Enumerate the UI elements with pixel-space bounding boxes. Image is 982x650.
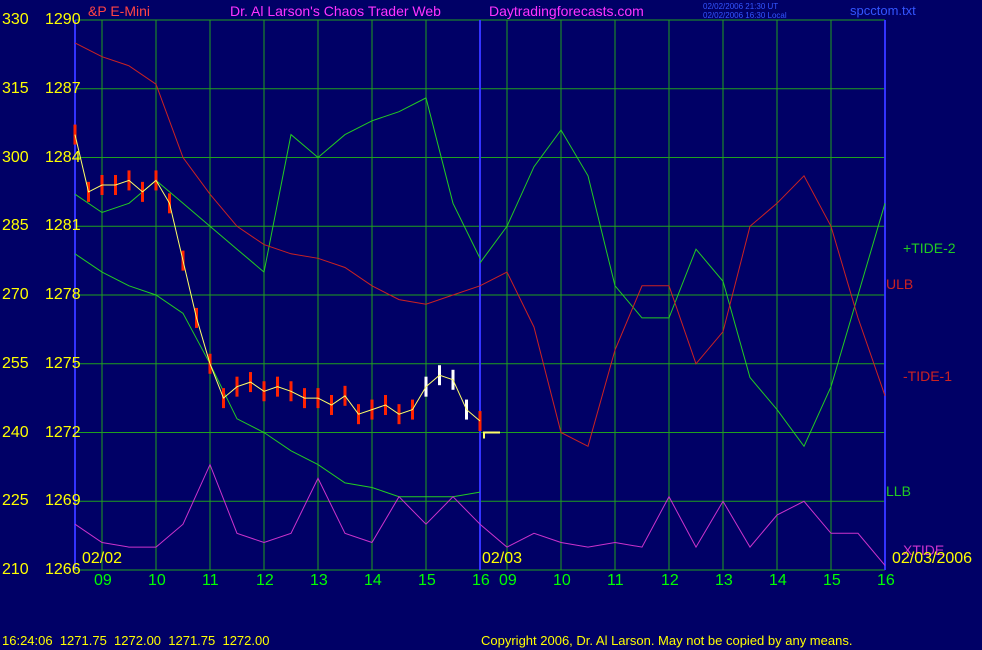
series--tide-1 xyxy=(479,174,886,448)
y-tick-left: 300 xyxy=(2,148,29,166)
y-tick-left: 270 xyxy=(2,286,29,303)
x-tick-hour: 15 xyxy=(823,572,841,589)
series--tide-2 xyxy=(479,129,886,448)
x-tick-hour: 09 xyxy=(499,572,517,589)
x-tick-hour: 13 xyxy=(715,572,733,589)
y-tick-price: 1278 xyxy=(45,286,81,303)
x-tick-hour: 16 xyxy=(877,572,895,589)
series-llb xyxy=(74,253,481,498)
label-ulb: ULB xyxy=(886,276,914,292)
time-ut: 02/02/2006 21:30 UT xyxy=(703,2,779,11)
filename-label: spcctom.txt xyxy=(850,3,916,18)
price-overlay xyxy=(74,134,500,439)
label-llb: LLB xyxy=(886,483,911,499)
y-tick-price: 1284 xyxy=(45,148,81,166)
x-tick-hour: 12 xyxy=(256,572,274,589)
chart-title: Dr. Al Larson's Chaos Trader Web xyxy=(230,3,441,19)
y-tick-left: 285 xyxy=(2,217,29,235)
series--tide-2 xyxy=(74,97,481,274)
price-bars xyxy=(73,124,482,432)
x-tick-hour: 16 xyxy=(472,572,490,589)
y-tick-price: 1287 xyxy=(45,79,81,97)
y-tick-price: 1269 xyxy=(45,492,81,510)
y-tick-price: 1281 xyxy=(45,217,81,235)
symbol-label: &P E-Mini xyxy=(88,3,150,19)
series-xtide xyxy=(479,495,886,566)
label-tide-plus: +TIDE-2 xyxy=(903,240,956,256)
x-tick-hour: 11 xyxy=(607,572,624,589)
label-tide-minus: -TIDE-1 xyxy=(903,368,952,384)
x-tick-hour: 13 xyxy=(310,572,328,589)
y-tick-price: 1275 xyxy=(45,354,81,372)
y-tick-left: 255 xyxy=(2,354,29,372)
y-tick-price: 1290 xyxy=(45,11,81,28)
chart-grid xyxy=(74,19,886,571)
footer-copyright: Copyright 2006, Dr. Al Larson. May not b… xyxy=(481,633,853,648)
x-tick-hour: 11 xyxy=(202,572,219,589)
time-local: 02/02/2006 16:30 Local xyxy=(703,11,787,20)
x-tick-hour: 14 xyxy=(364,572,382,589)
x-tick-hour: 10 xyxy=(148,572,166,589)
date-label-end: 02/03/2006 xyxy=(892,550,973,567)
x-tick-hour: 14 xyxy=(769,572,787,589)
y-tick-left: 240 xyxy=(2,423,29,441)
footer-quote: 16:24:06 1271.75 1272.00 1271.75 1272.00 xyxy=(2,633,270,648)
series-xtide xyxy=(74,463,481,548)
x-tick-hour: 10 xyxy=(553,572,571,589)
y-tick-price: 1272 xyxy=(45,423,81,441)
site-label: Daytradingforecasts.com xyxy=(489,3,644,19)
x-tick-hour: 15 xyxy=(418,572,436,589)
y-tick-price: 1266 xyxy=(45,561,81,578)
x-tick-hour: 12 xyxy=(661,572,679,589)
date-label-start: 02/02 xyxy=(82,550,123,567)
y-tick-left: 330 xyxy=(2,11,29,28)
y-tick-left: 210 xyxy=(2,561,29,578)
y-tick-left: 225 xyxy=(2,492,29,510)
x-tick-hour: 09 xyxy=(94,572,112,589)
y-tick-left: 315 xyxy=(2,79,29,97)
date-label-mid: 02/03 xyxy=(482,550,523,567)
series--tide-1 xyxy=(74,42,481,305)
current-price-marker xyxy=(483,431,500,439)
